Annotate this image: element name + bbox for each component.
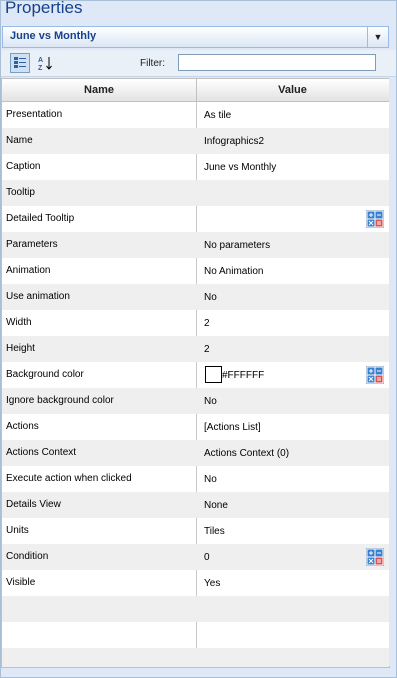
property-name: Caption [6,161,41,172]
property-row-name[interactable]: Name Infographics2 [2,128,389,154]
property-name: Details View [6,499,61,510]
grid-header: Name Value [2,79,389,102]
property-name: Width [6,317,32,328]
property-value[interactable]: No Animation [204,266,263,277]
properties-panel: Properties June vs Monthly ▼ A Z Filter:… [0,0,397,678]
color-swatch[interactable] [205,366,222,383]
property-name: Parameters [6,239,58,250]
svg-text:Z: Z [38,65,43,71]
property-row-units[interactable]: Units Tiles [2,518,389,544]
property-value[interactable]: [Actions List] [204,422,261,433]
property-name: Detailed Tooltip [6,213,75,224]
expression-editor-icon[interactable] [366,366,384,384]
property-value[interactable]: 2 [204,344,210,355]
property-value[interactable]: No [204,292,217,303]
property-grid: Name Value Presentation As tile Name Inf… [1,78,390,668]
property-row-animation[interactable]: Animation No Animation [2,258,389,284]
property-row-condition[interactable]: Condition 0 [2,544,389,570]
property-value[interactable]: #FFFFFF [222,370,264,381]
property-row-actions[interactable]: Actions [Actions List] [2,414,389,440]
categorized-button[interactable] [10,53,30,73]
property-name: Use animation [6,291,70,302]
property-value[interactable]: None [204,500,228,511]
property-name: Condition [6,551,49,562]
property-name: Name [6,135,33,146]
property-value[interactable]: Tiles [204,526,225,537]
property-name: Actions [6,421,39,432]
empty-row [2,596,389,622]
property-value[interactable]: As tile [204,110,231,121]
object-selector-dropdown[interactable]: June vs Monthly ▼ [2,26,389,48]
property-name: Tooltip [6,187,35,198]
filter-input[interactable] [178,54,376,71]
property-row-presentation[interactable]: Presentation As tile [2,102,389,128]
property-rows: Presentation As tile Name Infographics2 … [2,102,389,667]
property-value[interactable]: 0 [204,552,210,563]
property-name: Execute action when clicked [6,473,132,484]
property-row-details-view[interactable]: Details View None [2,492,389,518]
property-value[interactable]: No [204,396,217,407]
property-value[interactable]: June vs Monthly [204,162,276,173]
property-name: Background color [6,369,84,380]
property-row-execute-action[interactable]: Execute action when clicked No [2,466,389,492]
property-row-width[interactable]: Width 2 [2,310,389,336]
property-row-use-animation[interactable]: Use animation No [2,284,389,310]
column-header-name[interactable]: Name [2,84,196,96]
sort-az-icon: A Z [38,57,52,71]
property-name: Ignore background color [6,395,114,406]
expression-editor-icon[interactable] [366,548,384,566]
property-row-ignore-background-color[interactable]: Ignore background color No [2,388,389,414]
property-row-caption[interactable]: Caption June vs Monthly [2,154,389,180]
svg-text:A: A [38,57,43,64]
panel-edge [389,78,396,666]
empty-row [2,648,389,667]
property-row-parameters[interactable]: Parameters No parameters [2,232,389,258]
sort-alphabetical-button[interactable]: A Z [36,53,56,73]
property-row-actions-context[interactable]: Actions Context Actions Context (0) [2,440,389,466]
property-name: Animation [6,265,51,276]
property-value[interactable]: Yes [204,578,220,589]
property-value[interactable]: Actions Context (0) [204,448,289,459]
property-row-detailed-tooltip[interactable]: Detailed Tooltip [2,206,389,232]
panel-title: Properties [5,0,83,17]
property-value[interactable]: 2 [204,318,210,329]
dropdown-arrow-icon[interactable]: ▼ [367,27,388,47]
object-selector-value: June vs Monthly [10,30,97,42]
property-name: Units [6,525,29,536]
filter-label: Filter: [140,58,165,69]
property-name: Presentation [6,109,63,120]
property-value[interactable]: No [204,474,217,485]
property-row-visible[interactable]: Visible Yes [2,570,389,596]
property-row-background-color[interactable]: Background color #FFFFFF [2,362,389,388]
empty-row [2,622,389,648]
column-header-value[interactable]: Value [196,84,389,96]
property-row-height[interactable]: Height 2 [2,336,389,362]
property-name: Actions Context [6,447,77,458]
property-name: Height [6,343,35,354]
property-row-tooltip[interactable]: Tooltip [2,180,389,206]
property-value[interactable]: Infographics2 [204,136,264,147]
categorized-icon [14,57,26,68]
property-value[interactable]: No parameters [204,240,270,251]
property-name: Visible [6,577,36,588]
expression-editor-icon[interactable] [366,210,384,228]
panel-title-bar: Properties [1,0,396,21]
